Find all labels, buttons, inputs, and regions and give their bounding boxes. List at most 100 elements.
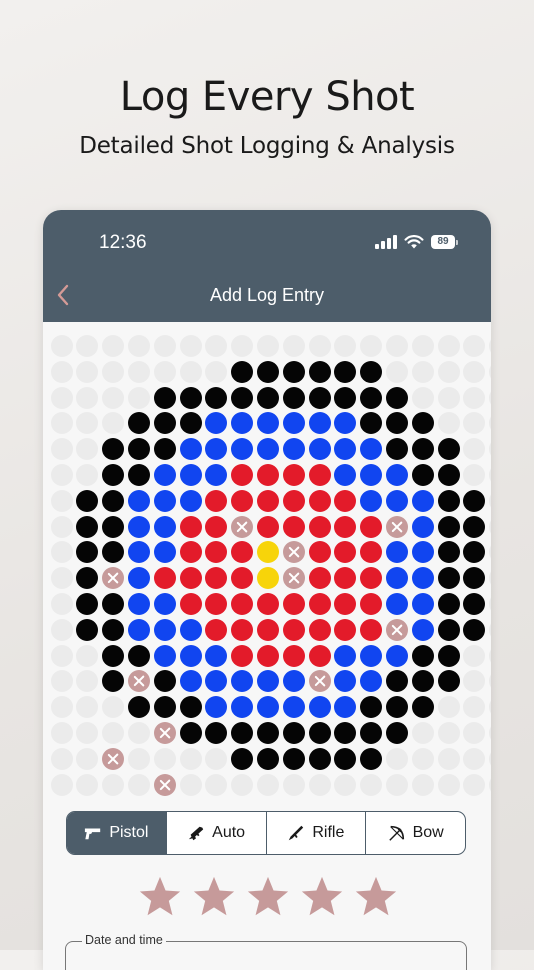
target-cell[interactable] (179, 360, 202, 383)
target-cell[interactable] (76, 593, 99, 615)
target-cell[interactable] (153, 567, 176, 590)
target-cell[interactable] (489, 618, 491, 641)
target-cell[interactable] (360, 515, 383, 538)
target-cell[interactable] (411, 618, 434, 641)
target-cell[interactable] (437, 412, 460, 435)
target-cell[interactable] (50, 489, 73, 512)
target-cell[interactable] (50, 670, 73, 693)
target-cell[interactable] (76, 360, 99, 383)
target-cell[interactable] (334, 670, 357, 693)
target-cell[interactable] (50, 618, 73, 641)
target-cell[interactable] (231, 489, 254, 512)
target-cell[interactable] (489, 515, 491, 538)
target-cell[interactable] (50, 696, 73, 719)
target-cell[interactable] (256, 489, 279, 512)
target-cell[interactable] (463, 438, 486, 461)
target-cell[interactable] (308, 438, 331, 461)
target-cell[interactable] (308, 489, 331, 512)
target-cell[interactable] (127, 722, 150, 744)
target-cell[interactable] (179, 386, 202, 409)
target-cell[interactable] (411, 593, 434, 615)
target-cell[interactable] (256, 773, 279, 796)
target-cell[interactable] (231, 567, 254, 590)
target-cell[interactable] (102, 464, 125, 486)
target-cell[interactable] (308, 773, 331, 796)
weapon-option-pistol[interactable]: Pistol (67, 812, 166, 854)
target-cell[interactable] (231, 541, 254, 564)
target-cell[interactable] (463, 593, 486, 615)
target-cell[interactable] (463, 464, 486, 486)
target-cell[interactable] (50, 773, 73, 796)
target-cell[interactable] (205, 747, 228, 770)
target-cell[interactable] (360, 773, 383, 796)
target-cell[interactable] (153, 438, 176, 461)
target-cell[interactable] (489, 412, 491, 435)
target-cell[interactable] (76, 696, 99, 719)
target-cell[interactable] (385, 593, 408, 615)
target-cell[interactable] (411, 335, 434, 357)
target-cell[interactable] (127, 593, 150, 615)
target-cell[interactable] (102, 360, 125, 383)
target-cell[interactable] (231, 747, 254, 770)
target-cell[interactable] (256, 618, 279, 641)
target-cell[interactable] (231, 722, 254, 744)
target-cell[interactable] (437, 593, 460, 615)
target-cell[interactable] (127, 438, 150, 461)
target-cell[interactable] (205, 489, 228, 512)
target-cell[interactable] (308, 412, 331, 435)
target-cell[interactable] (308, 644, 331, 667)
target-cell[interactable] (308, 618, 331, 641)
target-cell[interactable] (489, 722, 491, 744)
target-cell[interactable] (411, 412, 434, 435)
target-cell[interactable] (308, 593, 331, 615)
target-cell[interactable] (308, 722, 331, 744)
target-cell[interactable] (282, 386, 305, 409)
target-cell[interactable] (334, 386, 357, 409)
target-cell[interactable] (231, 464, 254, 486)
target-cell[interactable] (179, 747, 202, 770)
target-cell[interactable] (360, 722, 383, 744)
target-cell[interactable] (437, 541, 460, 564)
target-cell[interactable] (76, 386, 99, 409)
target-cell[interactable] (76, 618, 99, 641)
star-icon[interactable] (245, 874, 291, 920)
target-cell[interactable] (282, 593, 305, 615)
target-cell[interactable] (411, 696, 434, 719)
target-cell[interactable] (334, 773, 357, 796)
target-cell[interactable] (76, 670, 99, 693)
target-cell[interactable] (437, 567, 460, 590)
target-cell[interactable] (76, 722, 99, 744)
target-cell[interactable] (411, 541, 434, 564)
target-cell[interactable] (231, 696, 254, 719)
target-cell[interactable] (463, 567, 486, 590)
target-cell[interactable] (411, 747, 434, 770)
target-cell[interactable] (360, 360, 383, 383)
target-cell[interactable] (102, 593, 125, 615)
target-cell[interactable] (385, 438, 408, 461)
target-cell[interactable] (385, 489, 408, 512)
target-cell[interactable] (282, 670, 305, 693)
target-cell[interactable] (102, 644, 125, 667)
target-cell[interactable] (127, 773, 150, 796)
target-cell[interactable] (256, 670, 279, 693)
target-cell[interactable] (463, 360, 486, 383)
target-cell[interactable] (102, 438, 125, 461)
target-cell[interactable] (411, 644, 434, 667)
star-icon[interactable] (299, 874, 345, 920)
target-cell[interactable] (50, 515, 73, 538)
target-cell[interactable] (205, 644, 228, 667)
target-cell[interactable] (489, 335, 491, 357)
target-cell[interactable] (334, 567, 357, 590)
target-cell[interactable] (231, 773, 254, 796)
target-cell[interactable] (282, 360, 305, 383)
target-cell[interactable] (179, 464, 202, 486)
target-cell[interactable] (411, 489, 434, 512)
target-cell[interactable] (437, 438, 460, 461)
target-cell[interactable] (153, 515, 176, 538)
target-cell[interactable] (437, 747, 460, 770)
target-cell[interactable] (437, 386, 460, 409)
target-cell[interactable] (489, 438, 491, 461)
target-cell[interactable] (411, 515, 434, 538)
star-icon[interactable] (137, 874, 183, 920)
target-cell[interactable] (463, 386, 486, 409)
